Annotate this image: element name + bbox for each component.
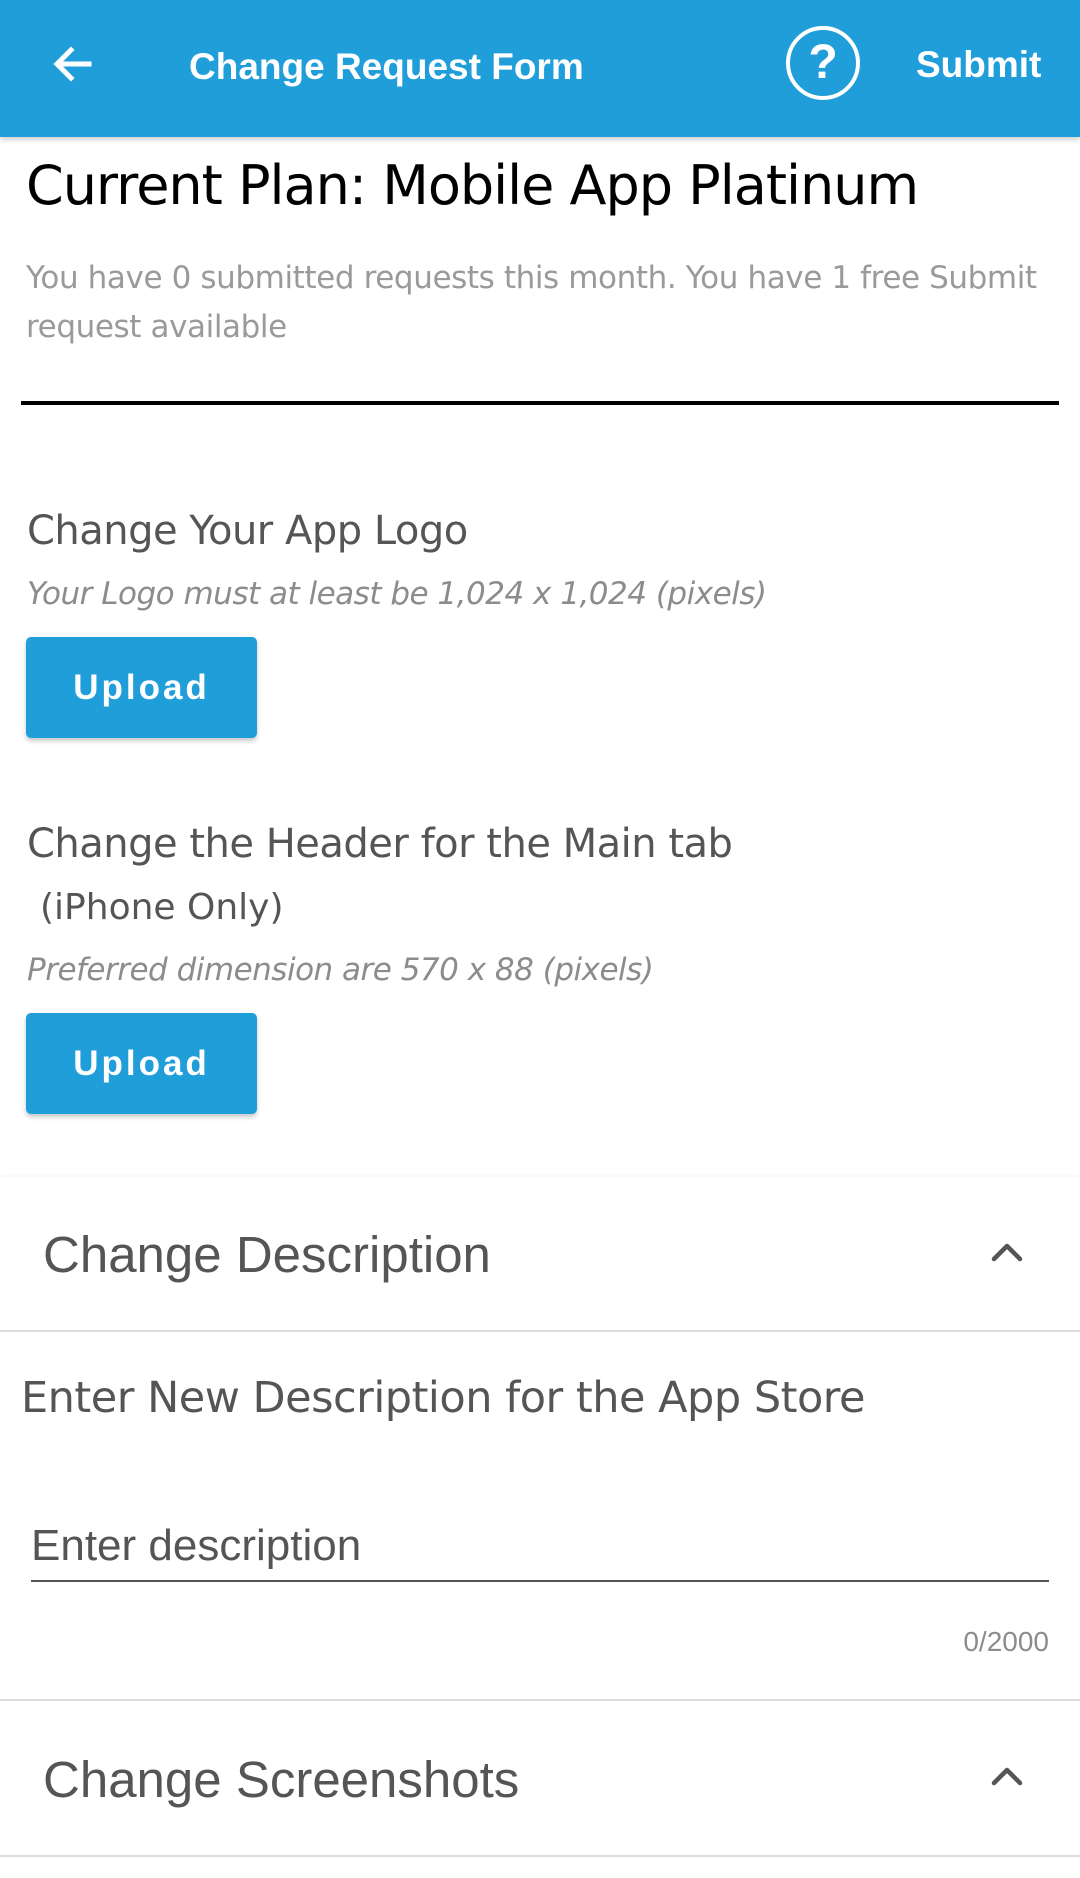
help-button[interactable]: ? <box>786 26 860 100</box>
submit-button[interactable]: Submit <box>916 40 1041 90</box>
header-dimension-hint: Preferred dimension are 570 x 88 (pixels… <box>27 952 654 988</box>
chevron-up-icon <box>982 1751 1032 1801</box>
question-circle-icon: ? <box>808 36 838 89</box>
app-bar: Change Request Form ? Submit <box>0 0 1080 137</box>
change-screenshots-header[interactable]: Change Screenshots <box>0 1701 1080 1855</box>
back-button[interactable] <box>40 31 106 97</box>
description-header-divider <box>0 1330 1080 1332</box>
arrow-left-icon <box>53 46 92 82</box>
upload-logo-label: Upload <box>73 667 210 707</box>
page-title: Change Request Form <box>189 46 584 87</box>
app-logo-heading: Change Your App Logo <box>27 508 468 554</box>
plan-divider <box>21 401 1059 405</box>
character-counter: 0/2000 <box>963 1626 1049 1657</box>
description-field-label: Enter New Description for the App Store <box>21 1373 865 1423</box>
upload-logo-button[interactable]: Upload <box>26 637 257 738</box>
chevron-up-icon <box>982 1227 1032 1277</box>
change-description-title: Change Description <box>43 1226 491 1283</box>
upload-header-button[interactable]: Upload <box>26 1013 257 1114</box>
current-plan-title: Current Plan: Mobile App Platinum <box>26 154 919 217</box>
change-screenshots-title: Change Screenshots <box>43 1751 520 1808</box>
iphone-only-note: (iPhone Only) <box>40 887 284 928</box>
main-tab-header-heading: Change the Header for the Main tab <box>27 821 733 867</box>
description-input[interactable] <box>31 1512 1049 1582</box>
change-description-header[interactable]: Change Description <box>0 1177 1080 1331</box>
change-request-screen: Change Request Form ? Submit Current Pla… <box>0 0 1080 1878</box>
app-logo-hint: Your Logo must at least be 1,024 x 1,024… <box>27 576 767 612</box>
upload-header-label: Upload <box>73 1043 210 1083</box>
screenshots-header-divider <box>0 1855 1080 1857</box>
submitted-requests-info: You have 0 submitted requests this month… <box>26 260 1037 345</box>
